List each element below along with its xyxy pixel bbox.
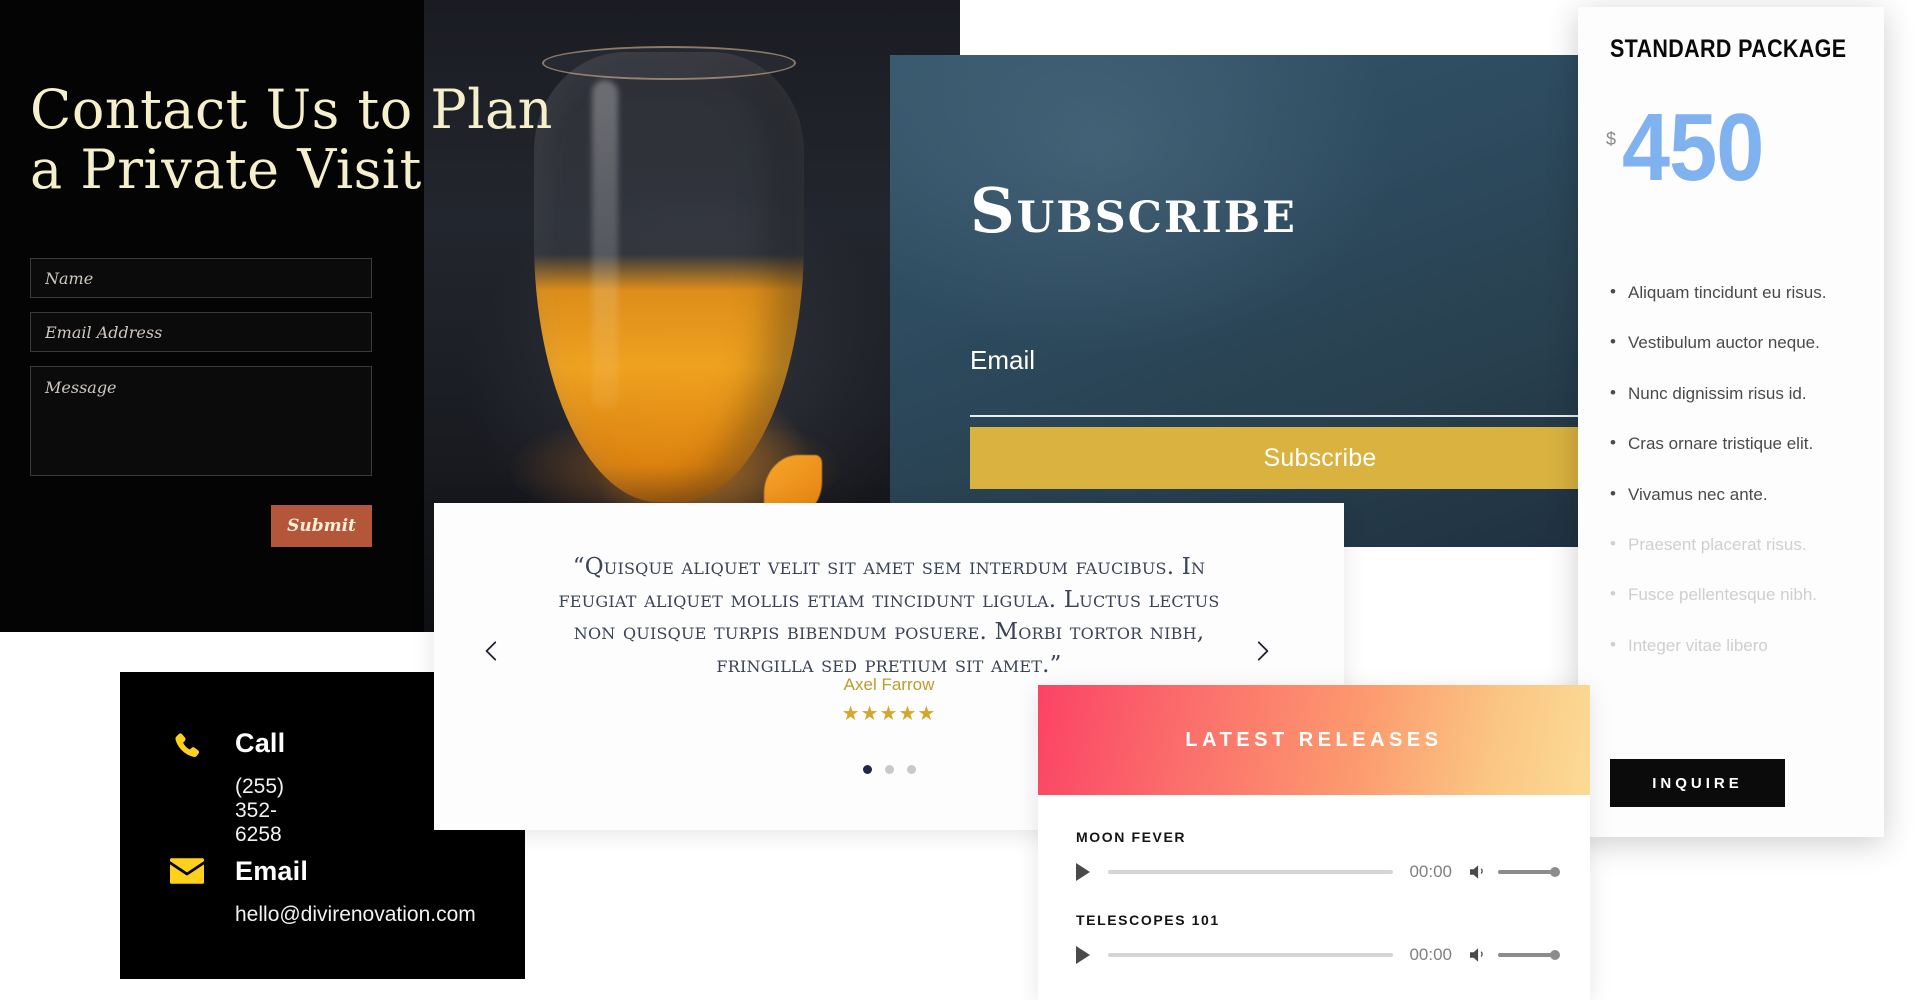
envelope-icon [170,858,206,892]
phone-number-value[interactable]: (255) 352-6258 [235,775,284,847]
volume-slider[interactable] [1498,950,1560,960]
list-item: Nunc dignissim risus id. [1610,383,1862,404]
list-item: Integer vitae libero [1610,635,1862,656]
releases-header: LATEST RELEASES [1038,685,1590,795]
track-row: MOON FEVER 00:00 [1076,829,1560,883]
email-address-value[interactable]: hello@divirenovation.com [235,903,476,927]
track-row: TELESCOPES 101 00:00 [1076,912,1560,966]
phone-icon [170,730,206,764]
play-icon[interactable] [1076,863,1090,881]
subscribe-email-input[interactable] [970,381,1590,417]
volume-icon[interactable] [1470,946,1488,964]
pricing-card: STANDARD PACKAGE $ 450 Aliquam tincidunt… [1578,7,1884,837]
contact-form: Submit [30,258,372,547]
subscribe-button[interactable]: Subscribe [970,427,1590,489]
carousel-dot[interactable] [862,765,872,774]
progress-slider[interactable] [1108,870,1394,874]
releases-title: LATEST RELEASES [1185,728,1443,751]
glass-highlight [592,80,618,410]
currency-symbol: $ [1606,129,1617,149]
carousel-dot[interactable] [906,765,916,774]
track-title: TELESCOPES 101 [1076,912,1220,928]
track-title: MOON FEVER [1076,829,1187,845]
message-textarea[interactable] [30,366,372,476]
submit-button[interactable]: Submit [271,505,372,547]
chevron-left-icon[interactable] [470,629,514,673]
list-item: Cras ornare tristique elit. [1610,433,1862,454]
subscribe-panel: Subscribe Email Subscribe [890,55,1590,547]
contact-row-title: Email [235,856,309,886]
chevron-right-icon[interactable] [1240,629,1284,673]
time-display: 00:00 [1409,862,1452,881]
glass-rim [542,46,796,80]
volume-icon[interactable] [1470,863,1488,881]
audio-player: 00:00 [1076,861,1560,883]
volume-slider[interactable] [1498,867,1560,877]
progress-slider[interactable] [1108,953,1394,957]
list-item: Fusce pellentesque nibh. [1610,584,1862,605]
volume-knob[interactable] [1550,867,1560,877]
screenshot-stage: Contact Us to Plan a Private Visit Submi… [0,0,1920,1000]
subscribe-email-label: Email [970,345,1036,375]
list-item: Aliquam tincidunt eu risus. [1610,282,1862,303]
play-icon[interactable] [1076,946,1090,964]
inquire-button[interactable]: INQUIRE [1610,759,1785,807]
latest-releases-panel: LATEST RELEASES MOON FEVER 00:00 TELESCO… [1038,685,1590,1000]
list-item: Vivamus nec ante. [1610,484,1862,505]
email-input[interactable] [30,312,372,352]
price-amount: 450 [1622,94,1764,201]
list-item: Praesent placerat risus. [1610,534,1862,555]
contact-row-title: Call [235,728,286,758]
pricing-feature-list: Aliquam tincidunt eu risus. Vestibulum a… [1610,282,1862,686]
testimonial-quote: “Quisque aliquet velit sit amet sem inte… [558,554,1220,678]
carousel-dot[interactable] [884,765,894,774]
volume-knob[interactable] [1550,950,1560,960]
subscribe-heading: Subscribe [970,174,1297,247]
pricing-title: STANDARD PACKAGE [1610,35,1847,63]
list-item: Vestibulum auctor neque. [1610,332,1862,353]
audio-player: 00:00 [1076,944,1560,966]
contact-heading: Contact Us to Plan a Private Visit [30,78,553,202]
time-display: 00:00 [1409,945,1452,964]
name-input[interactable] [30,258,372,298]
